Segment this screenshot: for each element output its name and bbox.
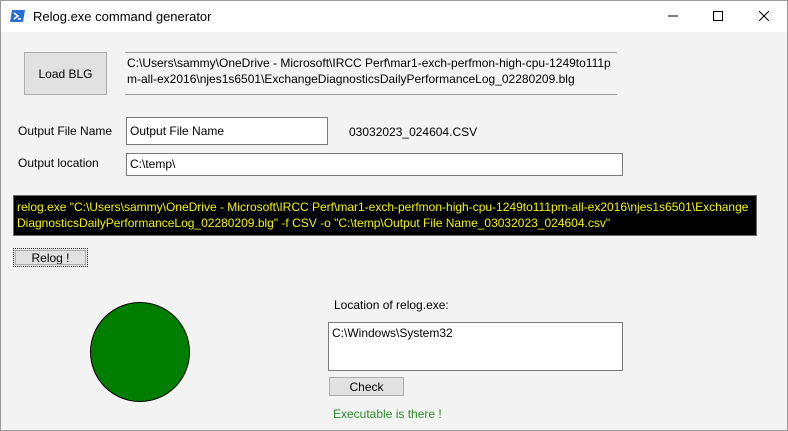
- output-file-name-label: Output File Name: [18, 124, 113, 138]
- close-button[interactable]: [741, 1, 787, 32]
- output-file-suffix: 03032023_024604.CSV: [349, 125, 478, 139]
- blg-path-text: C:\Users\sammy\OneDrive - Microsoft\IRCC…: [127, 56, 611, 86]
- minimize-icon: [668, 10, 678, 24]
- maximize-icon: [713, 10, 723, 24]
- output-file-name-input[interactable]: Output File Name: [126, 117, 328, 145]
- app-window: Relog.exe command generator Load BLG C:\…: [0, 0, 788, 431]
- check-button[interactable]: Check: [329, 377, 404, 396]
- relog-button[interactable]: Relog !: [13, 248, 88, 267]
- blg-path-box[interactable]: C:\Users\sammy\OneDrive - Microsoft\IRCC…: [125, 52, 617, 95]
- minimize-button[interactable]: [650, 1, 696, 32]
- close-icon: [758, 10, 770, 24]
- relog-location-input[interactable]: C:\Windows\System32: [328, 322, 623, 371]
- powershell-icon: [10, 8, 26, 24]
- command-output-box[interactable]: relog.exe "C:\Users\sammy\OneDrive - Mic…: [13, 195, 757, 236]
- status-message: Executable is there !: [333, 407, 442, 421]
- form-area: Load BLG C:\Users\sammy\OneDrive - Micro…: [1, 32, 787, 430]
- title-bar[interactable]: Relog.exe command generator: [1, 1, 787, 32]
- load-blg-button[interactable]: Load BLG: [24, 52, 107, 95]
- window-title: Relog.exe command generator: [33, 9, 212, 24]
- relog-location-label: Location of relog.exe:: [334, 298, 449, 312]
- output-location-label: Output location: [18, 156, 99, 170]
- maximize-button[interactable]: [695, 1, 741, 32]
- output-location-input[interactable]: C:\temp\: [126, 153, 623, 176]
- status-indicator: [90, 302, 190, 402]
